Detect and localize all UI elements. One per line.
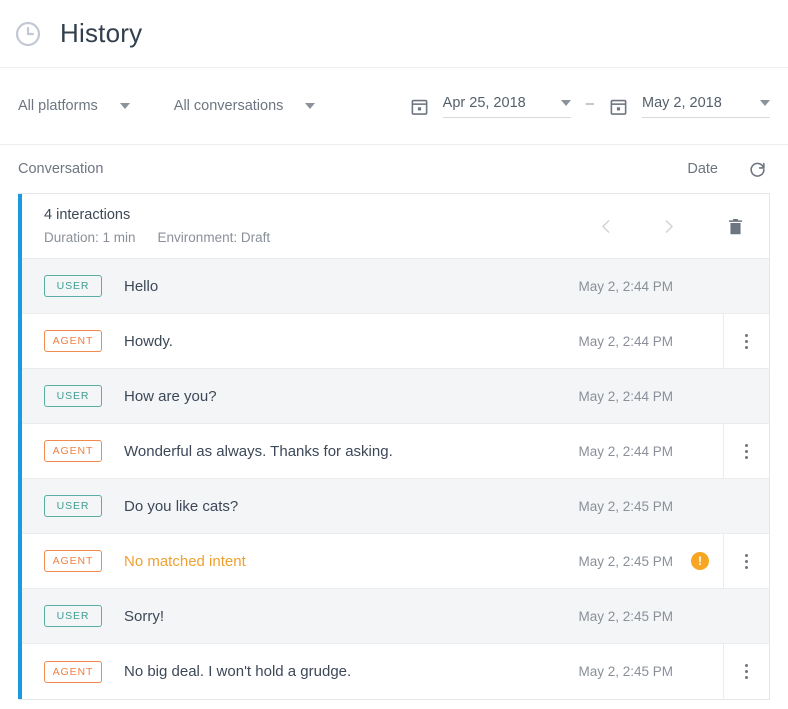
message-text: Wonderful as always. Thanks for asking. — [124, 443, 563, 460]
message-timestamp: May 2, 2:45 PM — [563, 554, 673, 569]
chevron-down-icon — [760, 100, 770, 106]
message-text: Do you like cats? — [124, 498, 563, 515]
message-text: No big deal. I won't hold a grudge. — [124, 663, 563, 680]
message-row[interactable]: USER HelloMay 2, 2:44 PM — [22, 259, 769, 314]
role-badge-user: USER — [44, 495, 102, 517]
conversation-card-body: 4 interactions Duration: 1 min Environme… — [22, 194, 769, 699]
message-row[interactable]: USER Do you like cats?May 2, 2:45 PM — [22, 479, 769, 534]
column-header-date: Date — [687, 161, 718, 177]
role-badge-agent: AGENT — [44, 550, 102, 572]
message-menu-button[interactable] — [723, 644, 769, 699]
platform-filter-select[interactable]: All platforms — [18, 98, 130, 114]
message-timestamp: May 2, 2:44 PM — [563, 334, 673, 349]
refresh-icon[interactable] — [744, 156, 770, 182]
role-badge-user: USER — [44, 605, 102, 627]
message-timestamp: May 2, 2:45 PM — [563, 499, 673, 514]
calendar-icon — [609, 97, 628, 116]
chevron-down-icon — [305, 103, 315, 109]
date-range-group: Apr 25, 2018 – May 2, 2018 — [410, 95, 770, 118]
message-row[interactable]: USER Sorry!May 2, 2:45 PM — [22, 589, 769, 644]
message-menu-button[interactable] — [723, 424, 769, 479]
date-to-value: May 2, 2018 — [642, 95, 722, 111]
date-from-value: Apr 25, 2018 — [443, 95, 526, 111]
message-row[interactable]: AGENT Wonderful as always. Thanks for ask… — [22, 424, 769, 479]
conversation-card: 4 interactions Duration: 1 min Environme… — [18, 193, 770, 700]
previous-conversation-button[interactable] — [589, 209, 623, 243]
message-menu-button[interactable] — [723, 534, 769, 589]
platform-filter-label: All platforms — [18, 98, 98, 114]
message-row[interactable]: AGENT Howdy.May 2, 2:44 PM — [22, 314, 769, 369]
calendar-icon — [410, 97, 429, 116]
message-timestamp: May 2, 2:45 PM — [563, 609, 673, 624]
date-range-separator: – — [586, 95, 594, 117]
role-badge-agent: AGENT — [44, 440, 102, 462]
interactions-count: 4 interactions — [44, 207, 589, 223]
trash-icon[interactable] — [715, 209, 755, 243]
message-list: USERHelloMay 2, 2:44 PMAGENTHowdy.May 2,… — [22, 259, 769, 699]
message-row[interactable]: USER How are you?May 2, 2:44 PM — [22, 369, 769, 424]
message-text: Hello — [124, 278, 563, 295]
message-timestamp: May 2, 2:44 PM — [563, 279, 673, 294]
column-headers: Conversation Date — [0, 145, 788, 193]
conversation-summary-row: 4 interactions Duration: 1 min Environme… — [22, 194, 769, 259]
role-badge-user: USER — [44, 275, 102, 297]
date-from-picker[interactable]: Apr 25, 2018 — [443, 95, 571, 118]
message-text: No matched intent — [124, 553, 563, 570]
message-timestamp: May 2, 2:44 PM — [563, 389, 673, 404]
duration-label: Duration: 1 min — [44, 230, 136, 245]
warning-icon[interactable]: ! — [691, 552, 709, 570]
message-timestamp: May 2, 2:44 PM — [563, 444, 673, 459]
clock-icon — [14, 20, 42, 48]
filter-bar: All platforms All conversations Apr 25, … — [0, 68, 788, 145]
role-badge-user: USER — [44, 385, 102, 407]
message-menu-button[interactable] — [723, 314, 769, 369]
column-header-conversation: Conversation — [18, 161, 103, 177]
conversation-summary-texts: 4 interactions Duration: 1 min Environme… — [44, 207, 589, 245]
date-to-picker[interactable]: May 2, 2018 — [642, 95, 770, 118]
chevron-down-icon — [120, 103, 130, 109]
message-row[interactable]: AGENT No big deal. I won't hold a grudge.… — [22, 644, 769, 699]
chevron-down-icon — [561, 100, 571, 106]
conversation-filter-label: All conversations — [174, 98, 284, 114]
message-timestamp: May 2, 2:45 PM — [563, 664, 673, 679]
role-badge-agent: AGENT — [44, 330, 102, 352]
conversation-meta: Duration: 1 min Environment: Draft — [44, 230, 589, 245]
page-title: History — [60, 18, 142, 49]
page-header: History — [0, 0, 788, 68]
role-badge-agent: AGENT — [44, 661, 102, 683]
conversation-filter-select[interactable]: All conversations — [174, 98, 316, 114]
message-text: Sorry! — [124, 608, 563, 625]
message-text: Howdy. — [124, 333, 563, 350]
next-conversation-button[interactable] — [651, 209, 685, 243]
environment-label: Environment: Draft — [158, 230, 271, 245]
message-row[interactable]: AGENT No matched intentMay 2, 2:45 PM! — [22, 534, 769, 589]
message-text: How are you? — [124, 388, 563, 405]
